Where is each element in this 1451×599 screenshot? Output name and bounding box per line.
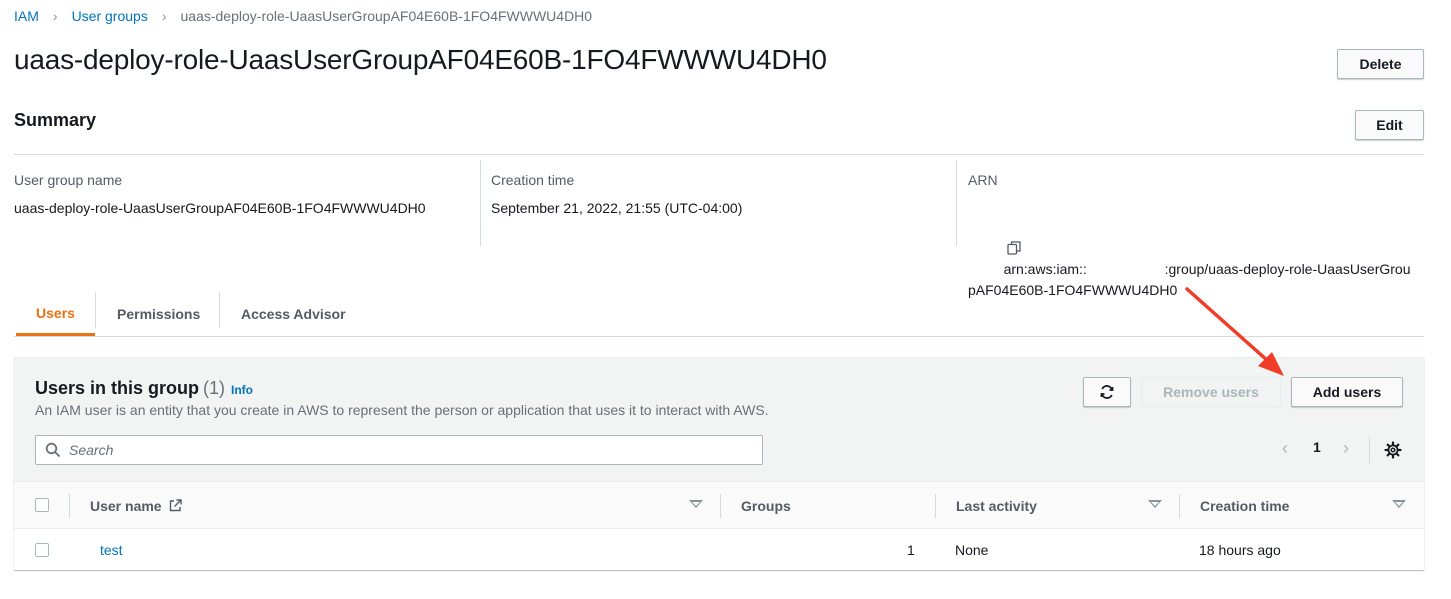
remove-users-button[interactable]: Remove users bbox=[1141, 377, 1281, 407]
add-users-button[interactable]: Add users bbox=[1291, 377, 1403, 407]
summary-separator bbox=[956, 160, 957, 246]
edit-button[interactable]: Edit bbox=[1355, 110, 1424, 140]
groups-count: 1 bbox=[907, 542, 915, 558]
chevron-right-icon: › bbox=[161, 8, 167, 24]
chevron-left-icon[interactable]: ‹ bbox=[1282, 438, 1288, 459]
caret-down-icon[interactable] bbox=[1392, 500, 1406, 508]
breadcrumb-iam[interactable]: IAM bbox=[14, 8, 39, 24]
column-header-user-name[interactable]: User name bbox=[90, 498, 183, 514]
row-checkbox[interactable] bbox=[35, 543, 49, 557]
table-header: User name Groups Last activity Creation … bbox=[14, 481, 1424, 529]
breadcrumb-current: uaas-deploy-role-UaasUserGroupAF04E60B-1… bbox=[180, 8, 593, 24]
group-name-value: uaas-deploy-role-UaasUserGroupAF04E60B-1… bbox=[14, 200, 426, 216]
column-separator bbox=[1179, 494, 1180, 518]
arn-label: ARN bbox=[968, 172, 998, 188]
chevron-right-icon[interactable]: › bbox=[1343, 438, 1349, 459]
table-row: test 1 None 18 hours ago bbox=[14, 529, 1424, 571]
creation-time-label: Creation time bbox=[491, 172, 575, 188]
users-panel: Users in this group (1) Info An IAM user … bbox=[14, 357, 1424, 570]
caret-down-icon[interactable] bbox=[1148, 500, 1162, 508]
tab-permissions[interactable]: Permissions bbox=[117, 292, 200, 336]
last-activity-value: None bbox=[955, 542, 989, 558]
external-link-icon bbox=[169, 499, 183, 512]
chevron-right-icon: › bbox=[52, 8, 58, 24]
info-link[interactable]: Info bbox=[231, 383, 253, 397]
breadcrumb: IAM › User groups › uaas-deploy-role-Uaa… bbox=[14, 8, 592, 24]
column-header-groups[interactable]: Groups bbox=[741, 498, 791, 514]
column-header-creation-time[interactable]: Creation time bbox=[1200, 498, 1289, 514]
search-icon bbox=[45, 442, 61, 458]
summary-arn: ARN arn:aws:iam:: :group/uaas-deploy-rol… bbox=[968, 160, 1424, 298]
column-separator bbox=[69, 494, 70, 518]
copy-icon[interactable] bbox=[984, 219, 1021, 255]
users-panel-title: Users in this group (1) bbox=[35, 378, 225, 399]
users-count: (1) bbox=[203, 378, 226, 398]
users-panel-header: Users in this group (1) Info An IAM user … bbox=[14, 358, 1424, 481]
group-name-label: User group name bbox=[14, 172, 123, 188]
page-title: uaas-deploy-role-UaasUserGroupAF04E60B-1… bbox=[14, 44, 827, 75]
select-all-checkbox[interactable] bbox=[35, 498, 49, 512]
tab-users[interactable]: Users bbox=[16, 292, 95, 336]
users-panel-description: An IAM user is an entity that you create… bbox=[35, 402, 769, 418]
tab-bar: Users Permissions Access Advisor bbox=[14, 292, 1424, 337]
refresh-icon bbox=[1099, 384, 1115, 400]
page-number[interactable]: 1 bbox=[1313, 439, 1321, 455]
summary-divider bbox=[14, 154, 1424, 155]
column-header-last-activity[interactable]: Last activity bbox=[956, 498, 1037, 514]
refresh-button[interactable] bbox=[1083, 377, 1131, 407]
creation-time-value: September 21, 2022, 21:55 (UTC-04:00) bbox=[491, 200, 743, 216]
users-panel-title-text: Users in this group bbox=[35, 378, 200, 398]
gear-icon[interactable] bbox=[1383, 440, 1403, 460]
search-box bbox=[35, 435, 763, 465]
column-separator bbox=[935, 494, 936, 518]
tab-separator bbox=[95, 292, 96, 328]
search-input[interactable] bbox=[69, 439, 749, 461]
tab-access-advisor[interactable]: Access Advisor bbox=[241, 292, 346, 336]
column-separator bbox=[720, 494, 721, 518]
tab-separator bbox=[219, 292, 220, 328]
arn-line-1: arn:aws:iam:: :group/uaas-deploy-role-Ua… bbox=[1003, 261, 1411, 277]
column-header-user-name-label: User name bbox=[90, 498, 162, 514]
pager-separator bbox=[1369, 437, 1370, 463]
summary-creation-time: Creation time September 21, 2022, 21:55 … bbox=[491, 160, 951, 246]
summary-group-name: User group name uaas-deploy-role-UaasUse… bbox=[14, 160, 474, 246]
creation-time-value: 18 hours ago bbox=[1199, 542, 1281, 558]
breadcrumb-user-groups[interactable]: User groups bbox=[72, 8, 148, 24]
summary-title: Summary bbox=[14, 110, 97, 130]
user-name-link[interactable]: test bbox=[100, 542, 123, 558]
delete-button[interactable]: Delete bbox=[1337, 49, 1424, 79]
caret-down-icon[interactable] bbox=[689, 500, 703, 508]
summary-separator bbox=[480, 160, 481, 246]
